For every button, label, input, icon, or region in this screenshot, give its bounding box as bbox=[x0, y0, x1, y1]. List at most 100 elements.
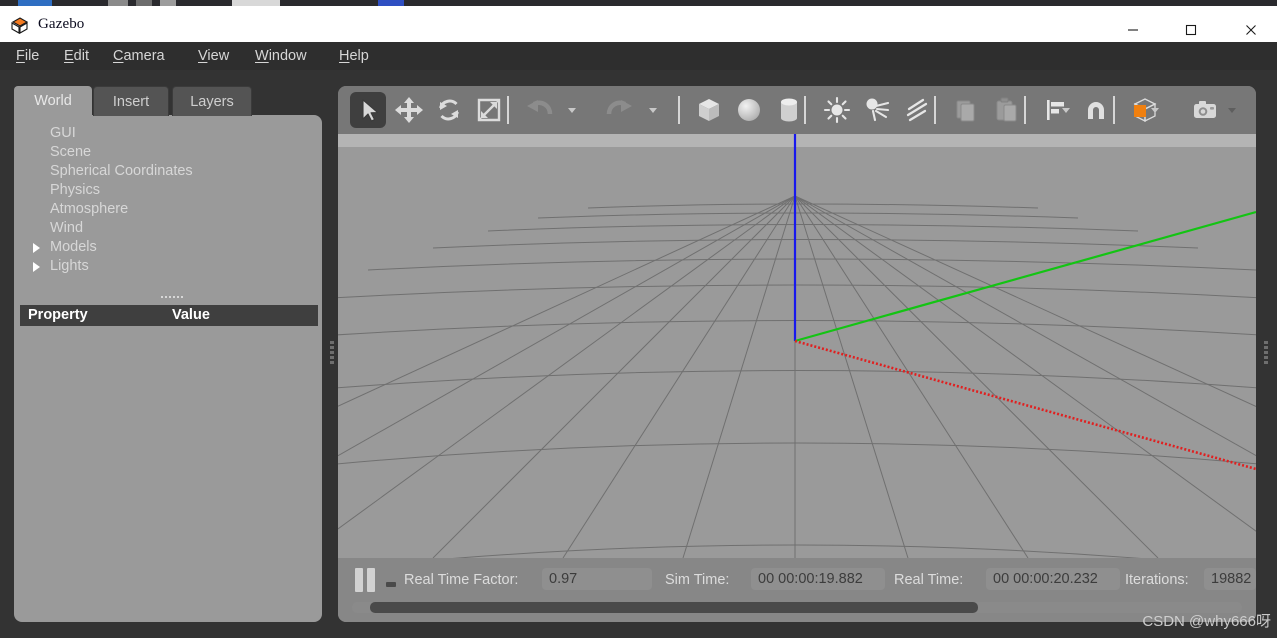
right-splitter[interactable] bbox=[1261, 70, 1271, 638]
menu-file[interactable]: File bbox=[16, 46, 39, 66]
toolbar-separator bbox=[934, 96, 936, 124]
toolbar-separator bbox=[678, 96, 680, 124]
screenshot-icon bbox=[1194, 101, 1216, 118]
tree-item-label: Lights bbox=[50, 258, 89, 274]
spot-light-icon bbox=[866, 98, 890, 122]
redo-icon bbox=[606, 100, 632, 115]
menu-camera[interactable]: Camera bbox=[113, 46, 165, 66]
tree-item-models[interactable]: Models bbox=[14, 238, 322, 257]
value-column-header: Value bbox=[172, 307, 210, 323]
step-button[interactable] bbox=[386, 582, 396, 587]
directional-light-button[interactable] bbox=[899, 92, 935, 128]
insert-sphere-button[interactable] bbox=[731, 92, 767, 128]
redo-dropdown-caret-icon[interactable] bbox=[649, 108, 657, 113]
rotate-mode-button[interactable] bbox=[431, 92, 467, 128]
expand-chevron-icon[interactable] bbox=[33, 262, 40, 272]
undo-button[interactable] bbox=[521, 92, 557, 128]
menu-view[interactable]: View bbox=[198, 46, 229, 66]
select-mode-button[interactable] bbox=[350, 92, 386, 128]
sim-time-value: 00 00:00:19.882 bbox=[751, 568, 885, 590]
insert-cylinder-button[interactable] bbox=[771, 92, 807, 128]
align-dropdown-caret-icon[interactable] bbox=[1062, 108, 1070, 113]
y-axis-line bbox=[794, 210, 1256, 343]
splitter-grip-icon bbox=[330, 341, 334, 367]
panel-splitter-grip[interactable] bbox=[161, 295, 201, 301]
world-tree: GUI Scene Spherical Coordinates Physics … bbox=[14, 124, 322, 276]
menu-window[interactable]: Window bbox=[255, 46, 307, 66]
tree-item-physics[interactable]: Physics bbox=[14, 181, 322, 200]
tree-item-lights[interactable]: Lights bbox=[14, 257, 322, 276]
left-splitter[interactable] bbox=[327, 70, 337, 638]
tree-item-label: Atmosphere bbox=[50, 201, 129, 217]
snap-icon bbox=[1088, 102, 1104, 119]
world-panel: GUI Scene Spherical Coordinates Physics … bbox=[14, 115, 322, 622]
rotate-mode-icon bbox=[439, 99, 459, 121]
title-bar: Gazebo bbox=[0, 6, 1277, 42]
scale-mode-button[interactable] bbox=[471, 92, 507, 128]
gazebo-window: Gazebo File Edit Camera View Window Help bbox=[0, 0, 1277, 638]
paste-icon bbox=[996, 97, 1017, 122]
view-angle-dropdown-caret-icon[interactable] bbox=[1151, 108, 1159, 113]
tab-layers[interactable]: Layers bbox=[172, 86, 252, 116]
iterations-value: 19882 bbox=[1204, 568, 1256, 590]
tab-insert-label: Insert bbox=[112, 94, 150, 110]
point-light-icon bbox=[823, 96, 851, 124]
grid-and-axes bbox=[338, 134, 1256, 558]
tab-world[interactable]: World bbox=[14, 86, 92, 116]
snap-button[interactable] bbox=[1078, 92, 1114, 128]
3d-viewport[interactable] bbox=[338, 134, 1256, 558]
pause-button[interactable] bbox=[352, 567, 378, 593]
translate-mode-button[interactable] bbox=[391, 92, 427, 128]
point-light-button[interactable] bbox=[819, 92, 855, 128]
property-column-header: Property bbox=[28, 307, 88, 323]
simulation-status-bar: Real Time Factor: 0.97 Sim Time: 00 00:0… bbox=[338, 558, 1256, 622]
tree-item-label: Wind bbox=[50, 220, 84, 236]
pause-icon bbox=[355, 568, 363, 592]
toolbar-separator bbox=[507, 96, 509, 124]
left-dock: World Insert Layers GUI Scene Spherical … bbox=[14, 86, 322, 622]
menu-camera-label: amera bbox=[123, 48, 165, 64]
menu-edit[interactable]: Edit bbox=[64, 46, 89, 66]
tree-item-label: Spherical Coordinates bbox=[50, 163, 193, 179]
tab-world-label: World bbox=[34, 93, 72, 109]
copy-button[interactable] bbox=[948, 92, 984, 128]
iterations-label: Iterations: bbox=[1125, 572, 1189, 588]
toolbar-separator bbox=[804, 96, 806, 124]
tree-item-label: Models bbox=[50, 239, 97, 255]
tree-item-gui[interactable]: GUI bbox=[14, 124, 322, 143]
insert-cylinder-icon bbox=[781, 98, 797, 122]
tree-item-wind[interactable]: Wind bbox=[14, 219, 322, 238]
tab-insert[interactable]: Insert bbox=[93, 86, 169, 116]
real-time-factor-label: Real Time Factor: bbox=[404, 572, 519, 588]
menu-file-label: ile bbox=[24, 48, 40, 64]
left-panel-tabs: World Insert Layers bbox=[14, 86, 322, 116]
status-scrollbar-thumb[interactable] bbox=[370, 602, 978, 613]
tree-item-scene[interactable]: Scene bbox=[14, 143, 322, 162]
watermark-text: CSDN @why666呀 bbox=[1142, 613, 1271, 630]
screenshot-button[interactable] bbox=[1187, 92, 1223, 128]
paste-button[interactable] bbox=[988, 92, 1024, 128]
gazebo-cube-logo bbox=[10, 15, 30, 34]
tree-item-label: GUI bbox=[50, 125, 76, 141]
screenshot-dropdown-caret-icon[interactable] bbox=[1228, 108, 1236, 113]
menu-window-label: indow bbox=[268, 48, 307, 64]
menu-help[interactable]: Help bbox=[339, 46, 369, 66]
menu-view-label: iew bbox=[207, 48, 230, 64]
spot-light-button[interactable] bbox=[859, 92, 895, 128]
real-time-label: Real Time: bbox=[894, 572, 964, 588]
undo-icon bbox=[527, 100, 553, 115]
expand-chevron-icon[interactable] bbox=[33, 243, 40, 253]
undo-dropdown-caret-icon[interactable] bbox=[568, 108, 576, 113]
tree-item-atmosphere[interactable]: Atmosphere bbox=[14, 200, 322, 219]
redo-button[interactable] bbox=[602, 92, 638, 128]
insert-box-button[interactable] bbox=[691, 92, 727, 128]
close-icon bbox=[1246, 25, 1256, 35]
select-mode-icon bbox=[362, 99, 379, 122]
pause-icon bbox=[367, 568, 375, 592]
property-value-header: Property Value bbox=[20, 305, 318, 326]
maximize-icon bbox=[1185, 24, 1197, 36]
splitter-grip-icon bbox=[1264, 341, 1268, 367]
x-axis-line bbox=[794, 339, 1256, 471]
copy-icon bbox=[956, 100, 975, 122]
tree-item-spherical-coordinates[interactable]: Spherical Coordinates bbox=[14, 162, 322, 181]
